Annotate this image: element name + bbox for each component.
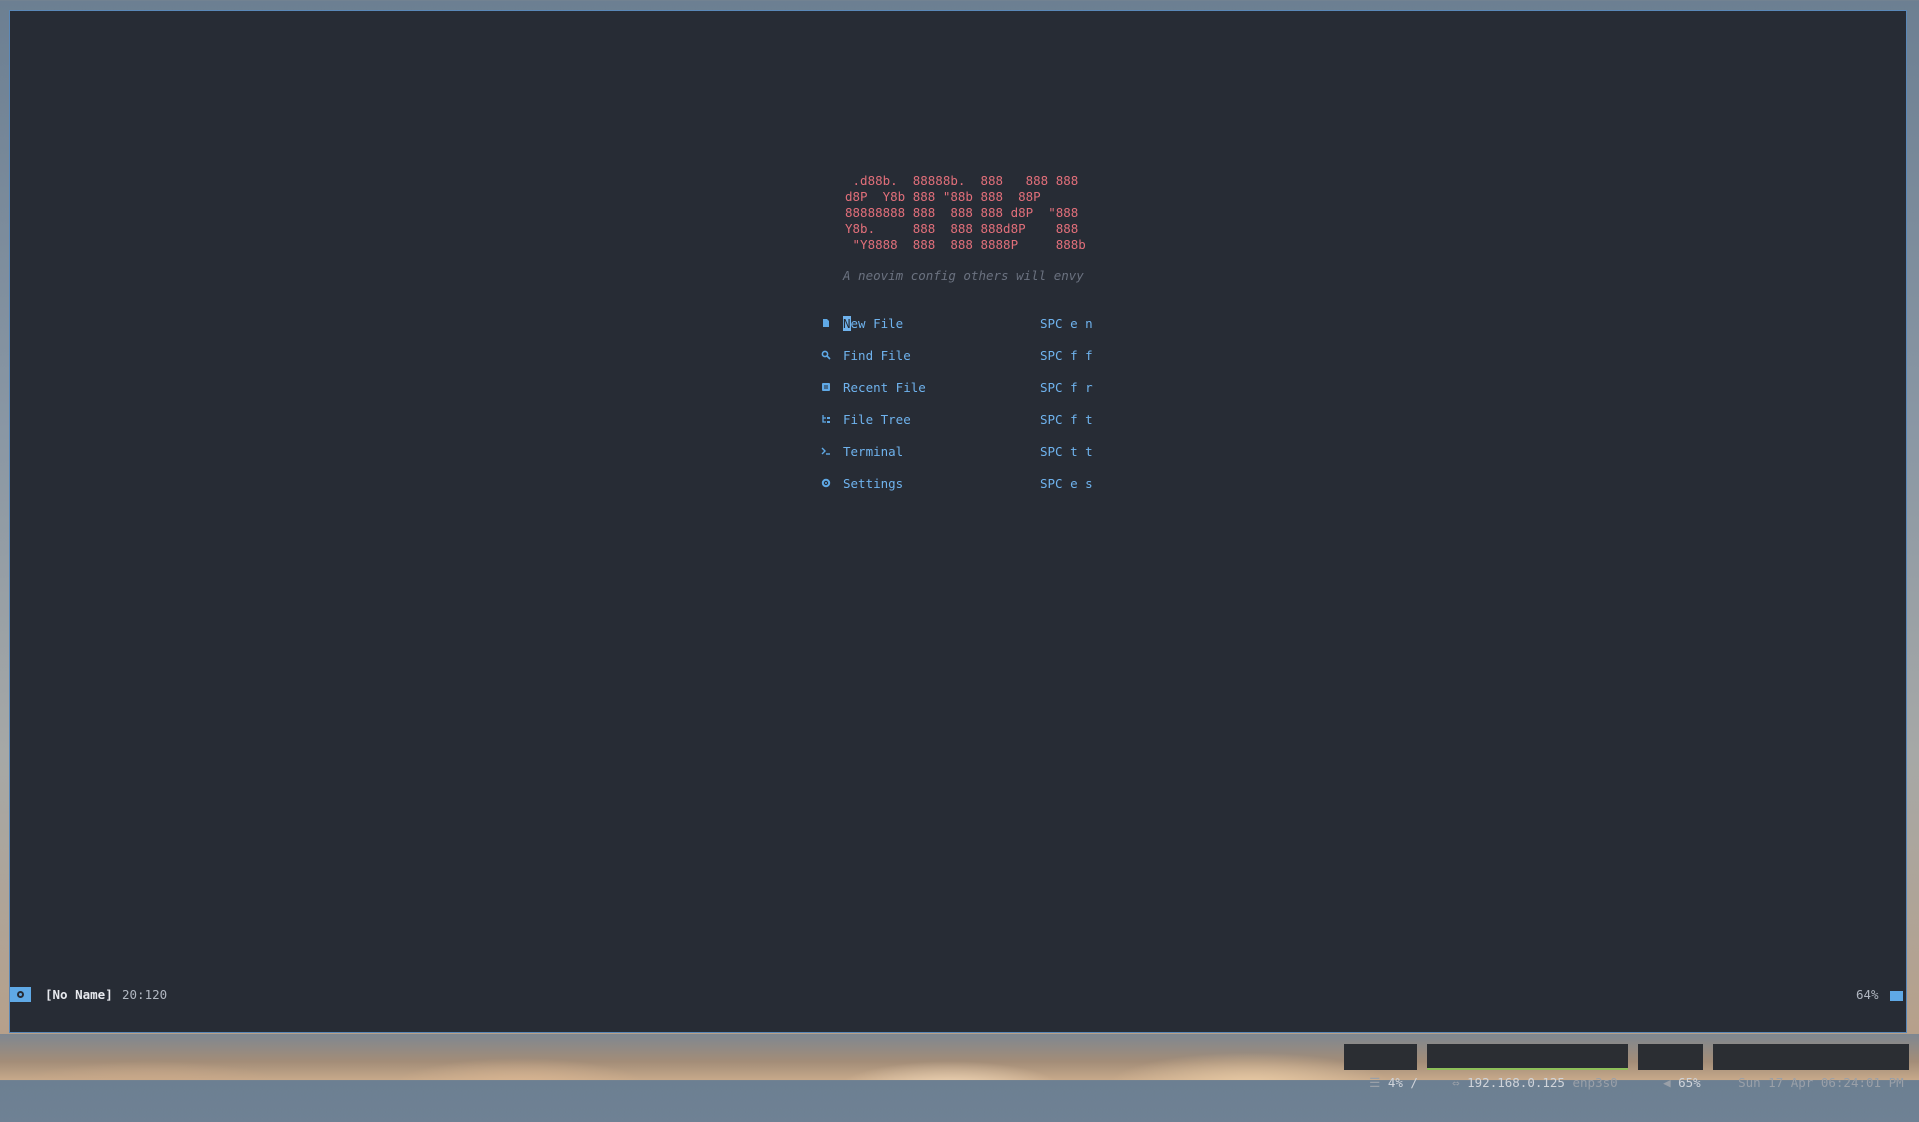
menu-item-recent-file[interactable]: Recent File SPC f r: [10, 377, 1906, 397]
menu-item-find-file[interactable]: Find File SPC f f: [10, 345, 1906, 365]
logo-line: Y8b. 888 888 888d8P 888: [845, 221, 1079, 236]
circle-icon: [17, 991, 24, 998]
speaker-icon: ◀: [1663, 1075, 1671, 1090]
menu-item-label: Terminal: [843, 443, 904, 459]
menu-item-file-tree[interactable]: File Tree SPC f t: [10, 409, 1906, 429]
network-interface: enp3s0: [1572, 1075, 1618, 1090]
logo-line: 88888888 888 888 888 d8P "888: [845, 205, 1079, 220]
new-file-icon: [821, 318, 831, 328]
menu-item-shortcut: SPC e s: [1040, 475, 1093, 491]
menu-item-new-file[interactable]: New File SPC e n: [10, 313, 1906, 333]
menu-item-label: New File: [843, 315, 904, 331]
recent-file-icon: [821, 382, 831, 392]
menu-item-shortcut: SPC f f: [1040, 347, 1093, 363]
disk-icon: ☰: [1369, 1075, 1381, 1090]
mode-indicator: [10, 987, 31, 1002]
cursor-position: 20:120: [122, 987, 168, 1002]
logo-line: .d88b. 88888b. 888 888 888: [845, 173, 1079, 188]
search-icon: [821, 350, 831, 360]
menu-item-label: Find File: [843, 347, 911, 363]
ip-address: 192.168.0.125: [1467, 1075, 1565, 1090]
buffer-name: [No Name]: [45, 987, 113, 1002]
logo-line: d8P Y8b 888 "88b 888 88P: [845, 189, 1041, 204]
datetime: Sun 17 Apr 06:24:01 PM: [1738, 1075, 1904, 1090]
network-activity-bar: [1427, 1068, 1628, 1070]
menu-item-shortcut: SPC t t: [1040, 443, 1093, 459]
gear-icon: [821, 478, 831, 488]
network-widget[interactable]: ⇔ 192.168.0.125 enp3s0: [1427, 1044, 1628, 1090]
disk-usage-value: 4% /: [1387, 1075, 1418, 1090]
menu-item-label: Settings: [843, 475, 904, 491]
terminal-icon: [821, 446, 831, 456]
logo-line: "Y8888 888 888 8888P 888b: [845, 237, 1086, 252]
desktop-wallpaper: [0, 1034, 1919, 1080]
disk-usage-widget[interactable]: ☰ 4% /: [1344, 1044, 1418, 1090]
dashboard-tagline: A neovim config others will envy: [843, 268, 1084, 283]
scroll-indicator: [1890, 991, 1903, 1001]
neovim-window[interactable]: .d88b. 88888b. 888 888 888 d8P Y8b 888 "…: [9, 10, 1907, 1033]
menu-item-label: Recent File: [843, 379, 926, 395]
file-tree-icon: [821, 414, 831, 424]
clock-widget[interactable]: Sun 17 Apr 06:24:01 PM: [1713, 1044, 1909, 1090]
volume-value: 65%: [1678, 1075, 1701, 1090]
menu-item-shortcut: SPC f r: [1040, 379, 1093, 395]
scroll-percent: 64%: [1856, 987, 1879, 1002]
volume-widget[interactable]: ◀ 65%: [1638, 1044, 1703, 1090]
menu-item-settings[interactable]: Settings SPC e s: [10, 473, 1906, 493]
network-icon: ⇔: [1452, 1075, 1460, 1090]
statusline: [No Name] 20:120 64%: [10, 986, 1906, 1004]
text-cursor: N: [843, 315, 851, 331]
menu-item-shortcut: SPC e n: [1040, 315, 1093, 331]
menu-item-label: File Tree: [843, 411, 911, 427]
menu-item-shortcut: SPC f t: [1040, 411, 1093, 427]
menu-item-terminal[interactable]: Terminal SPC t t: [10, 441, 1906, 461]
